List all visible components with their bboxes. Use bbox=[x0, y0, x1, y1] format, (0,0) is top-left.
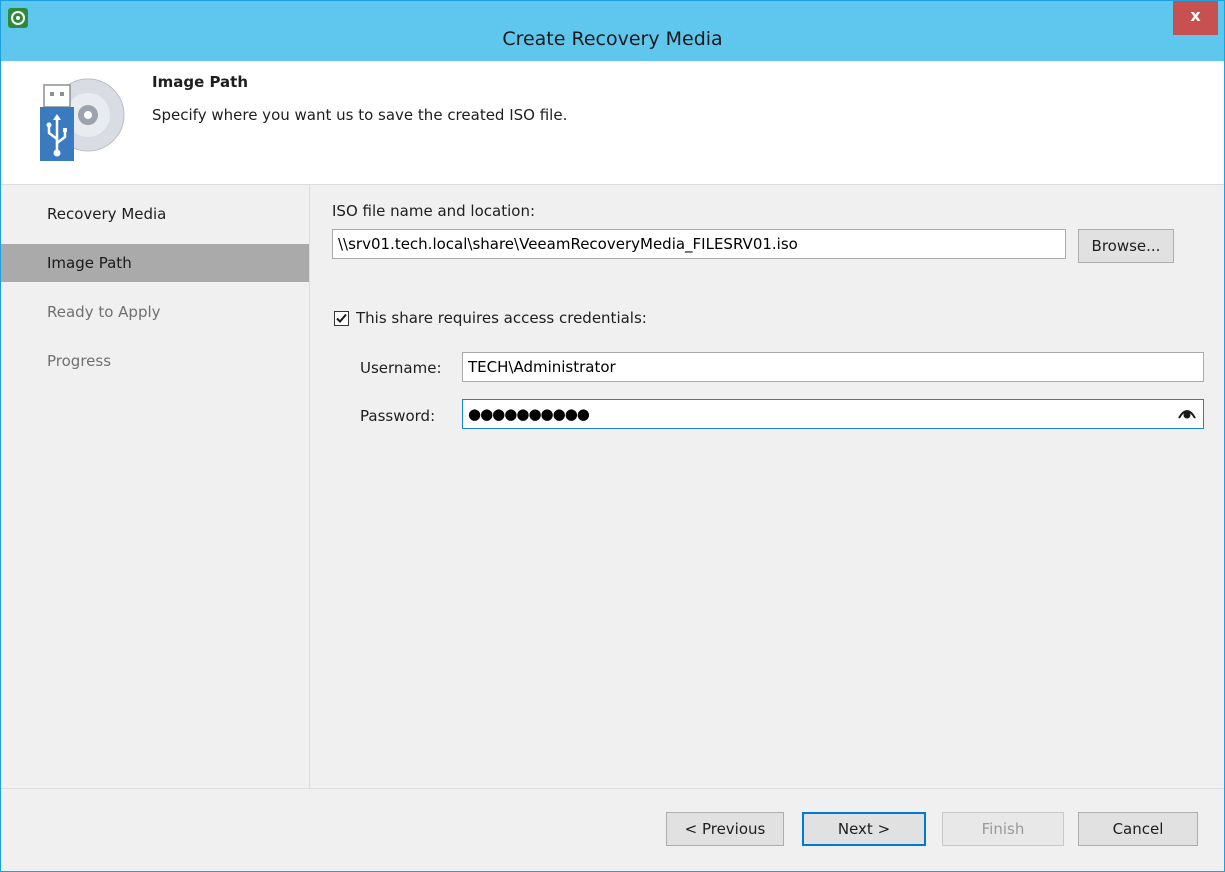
next-button[interactable]: Next > bbox=[802, 812, 926, 846]
show-password-eye-icon[interactable] bbox=[1178, 406, 1196, 420]
password-masked-value: ●●●●●●●●●● bbox=[468, 405, 590, 423]
finish-button: Finish bbox=[942, 812, 1064, 846]
veeam-app-icon bbox=[8, 8, 28, 28]
create-recovery-media-dialog: Create Recovery Media x Image Path Speci… bbox=[0, 0, 1225, 872]
iso-location-label: ISO file name and location: bbox=[332, 202, 535, 220]
previous-button[interactable]: < Previous bbox=[666, 812, 784, 846]
cancel-button[interactable]: Cancel bbox=[1078, 812, 1198, 846]
wizard-footer: < Previous Next > Finish Cancel bbox=[1, 788, 1224, 871]
password-label: Password: bbox=[360, 407, 436, 425]
iso-path-input[interactable]: \\srv01.tech.local\share\VeeamRecoveryMe… bbox=[332, 229, 1066, 259]
browse-button[interactable]: Browse... bbox=[1078, 229, 1174, 263]
wizard-header: Image Path Specify where you want us to … bbox=[1, 61, 1224, 185]
checkmark-icon bbox=[336, 313, 347, 323]
credentials-checkbox[interactable] bbox=[334, 311, 349, 326]
wizard-content: ISO file name and location: \\srv01.tech… bbox=[310, 185, 1224, 788]
password-input[interactable]: ●●●●●●●●●● bbox=[462, 399, 1204, 429]
wizard-steps-nav: Recovery Media Image Path Ready to Apply… bbox=[1, 185, 310, 788]
step-progress: Progress bbox=[47, 352, 112, 370]
username-input[interactable]: TECH\Administrator bbox=[462, 352, 1204, 382]
page-title: Image Path bbox=[152, 73, 249, 91]
step-image-path[interactable]: Image Path bbox=[1, 244, 309, 282]
page-description: Specify where you want us to save the cr… bbox=[152, 106, 568, 124]
credentials-checkbox-label[interactable]: This share requires access credentials: bbox=[356, 309, 647, 327]
title-bar[interactable]: Create Recovery Media x bbox=[1, 1, 1224, 61]
username-label: Username: bbox=[360, 359, 442, 377]
step-recovery-media[interactable]: Recovery Media bbox=[1, 195, 309, 233]
close-button[interactable]: x bbox=[1173, 1, 1218, 35]
window-title: Create Recovery Media bbox=[502, 28, 723, 50]
step-ready-to-apply: Ready to Apply bbox=[47, 303, 161, 321]
usb-disc-icon bbox=[40, 78, 125, 161]
